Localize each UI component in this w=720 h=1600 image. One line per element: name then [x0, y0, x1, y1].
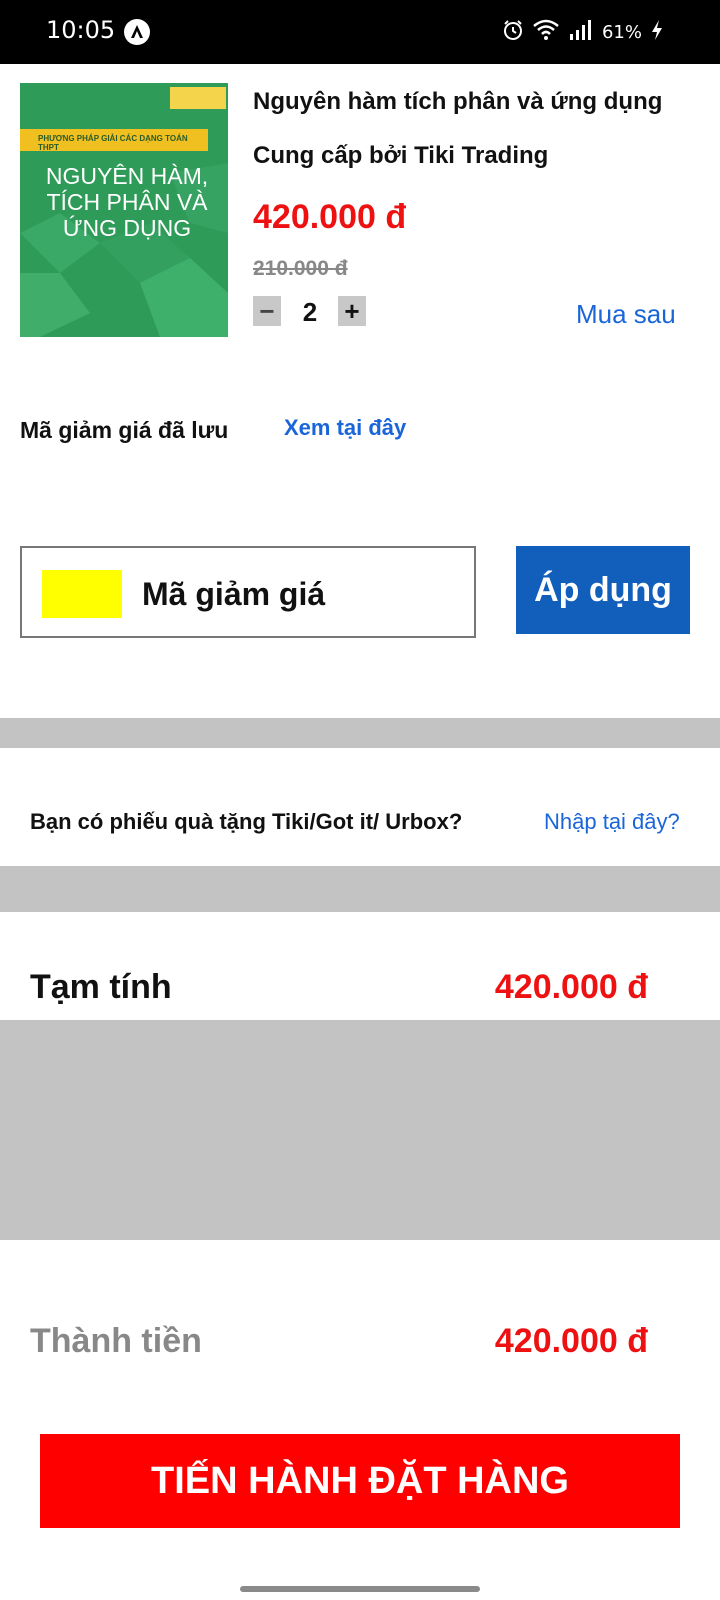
buy-later-link[interactable]: Mua sau — [576, 299, 676, 330]
product-provider: Cung cấp bởi Tiki Trading — [253, 142, 549, 169]
quantity-value: 2 — [302, 297, 318, 327]
wifi-icon — [532, 19, 560, 46]
product-name[interactable]: Nguyên hàm tích phân và ứng dụng — [253, 88, 662, 116]
coupon-icon — [42, 570, 122, 618]
quantity-decrease-button[interactable]: − — [253, 296, 281, 326]
alarm-icon — [502, 19, 524, 46]
quantity-increase-button[interactable]: + — [338, 296, 366, 326]
app-icon — [124, 19, 150, 45]
apply-coupon-button[interactable]: Áp dụng — [516, 546, 690, 634]
checkout-button[interactable]: TIẾN HÀNH ĐẶT HÀNG — [40, 1434, 680, 1528]
subtotal-value: 420.000 đ — [494, 968, 648, 1006]
book-cover-image[interactable]: PHƯƠNG PHÁP GIẢI CÁC DẠNG TOÁN THPT NGUY… — [20, 83, 228, 337]
section-divider — [0, 866, 720, 912]
coupon-field[interactable] — [20, 546, 476, 638]
coupon-input[interactable] — [142, 574, 462, 614]
status-bar: 10:05 61% — [0, 0, 720, 64]
subtotal-label: Tạm tính — [30, 968, 172, 1006]
total-value: 420.000 đ — [494, 1322, 648, 1360]
cover-title: NGUYÊN HÀM, TÍCH PHÂN VÀ ỨNG DỤNG — [45, 163, 209, 241]
product-price: 420.000 đ — [253, 198, 407, 236]
cover-subtitle: PHƯƠNG PHÁP GIẢI CÁC DẠNG TOÁN THPT — [38, 134, 188, 152]
section-divider — [0, 718, 720, 748]
battery-charging-icon — [650, 19, 664, 46]
signal-icon — [568, 19, 594, 46]
cover-badge — [170, 87, 226, 109]
status-time: 10:05 — [46, 16, 116, 44]
status-icons: 61% — [502, 18, 664, 46]
battery-level: 61% — [601, 21, 642, 43]
product-old-price: 210.000 đ — [253, 257, 348, 280]
home-indicator[interactable] — [240, 1586, 480, 1592]
total-label: Thành tiền — [30, 1322, 202, 1360]
saved-coupon-link[interactable]: Xem tại đây — [284, 415, 406, 441]
saved-coupon-label: Mã giảm giá đã lưu — [20, 417, 229, 443]
gift-voucher-label: Bạn có phiếu quà tặng Tiki/Got it/ Urbox… — [30, 809, 463, 834]
section-divider — [0, 1020, 720, 1240]
gift-voucher-link[interactable]: Nhập tại đây? — [544, 809, 680, 835]
